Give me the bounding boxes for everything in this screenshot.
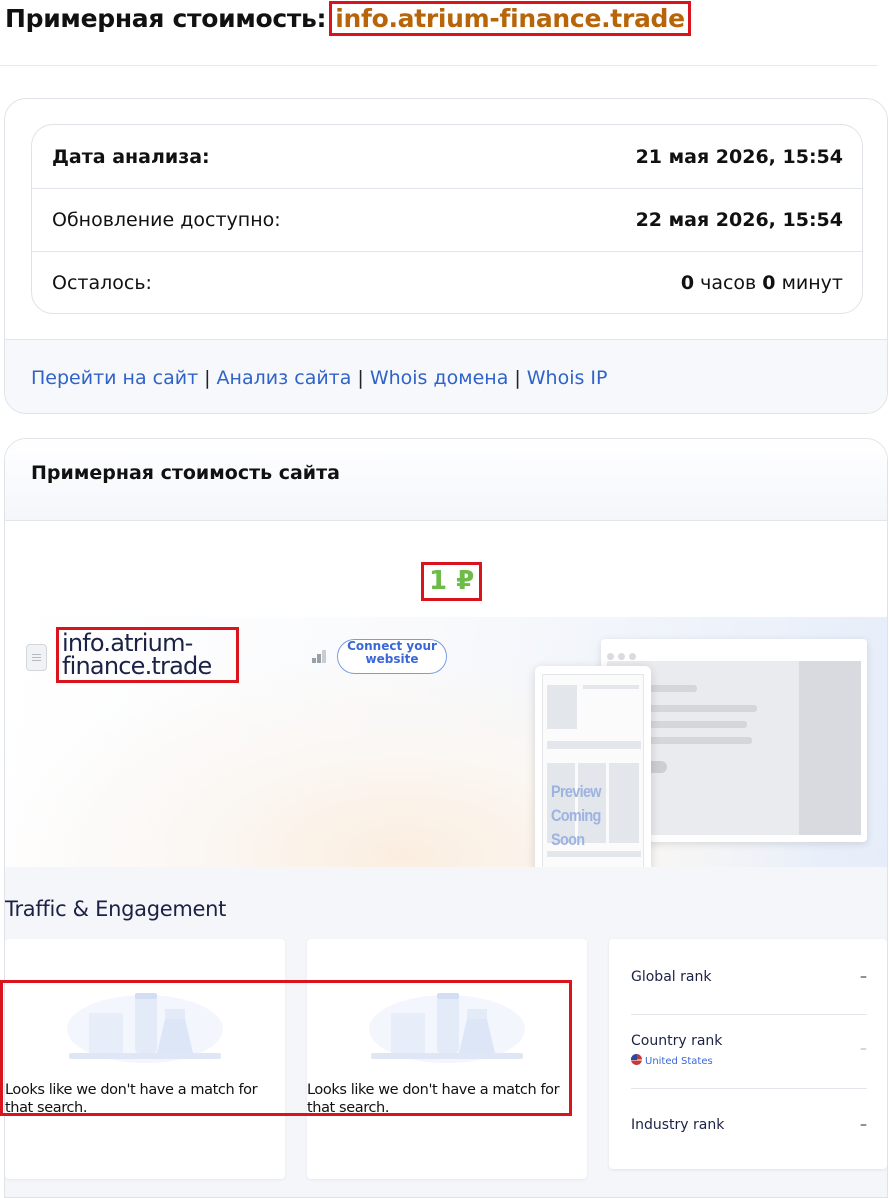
time-remaining-row: Осталось: 0 часов 0 минут xyxy=(32,251,862,314)
site-name-line2: finance.trade xyxy=(62,652,212,680)
file-icon xyxy=(26,644,47,671)
industry-rank-row: Industry rank – xyxy=(631,1117,867,1133)
industry-rank-value: – xyxy=(860,1117,867,1133)
no-match-highlight-box xyxy=(0,980,572,1116)
price-value: 1 ₽ xyxy=(421,562,483,601)
goto-site-link[interactable]: Перейти на сайт xyxy=(31,367,198,389)
global-rank-label: Global rank xyxy=(631,969,712,985)
preview-line: Preview xyxy=(551,782,602,801)
update-available-value: 22 мая 2026, 15:54 xyxy=(635,209,843,231)
domain-highlight: info.atrium-finance.trade xyxy=(329,1,691,36)
update-available-label: Обновление доступно: xyxy=(52,209,281,231)
hours-unit: часов xyxy=(700,272,757,294)
minutes-value: 0 xyxy=(762,272,776,294)
industry-rank-label: Industry rank xyxy=(631,1117,725,1133)
link-separator: | xyxy=(357,366,364,389)
divider xyxy=(0,65,878,66)
time-remaining-value: 0 часов 0 минут xyxy=(681,272,843,294)
country-rank-value: – xyxy=(860,1041,867,1057)
mobile-preview-mockup: Preview Coming Soon xyxy=(535,666,651,884)
site-name: info.atrium- finance.trade xyxy=(56,627,239,683)
hours-value: 0 xyxy=(680,272,695,294)
links-bar: Перейти на сайт | Анализ сайта | Whois д… xyxy=(5,339,887,413)
traffic-title: Traffic & Engagement xyxy=(5,897,227,921)
browser-dots xyxy=(607,647,861,660)
update-available-row: Обновление доступно: 22 мая 2026, 15:54 xyxy=(32,188,862,251)
site-analysis-link[interactable]: Анализ сайта xyxy=(217,367,352,389)
whois-ip-link[interactable]: Whois IP xyxy=(527,367,608,389)
estimate-heading: Примерная стоимость сайта xyxy=(5,439,887,521)
analysis-date-row: Дата анализа: 21 мая 2026, 15:54 xyxy=(32,125,862,188)
global-rank-value: – xyxy=(860,969,867,985)
country-rank-label: Country rank xyxy=(631,1033,723,1049)
analysis-card: Дата анализа: 21 мая 2026, 15:54 Обновле… xyxy=(4,98,888,414)
time-remaining-label: Осталось: xyxy=(52,272,152,294)
signal-bars-icon xyxy=(312,650,326,663)
link-separator: | xyxy=(204,366,211,389)
preview-placeholder-text: Preview Coming Soon xyxy=(551,780,629,852)
whois-domain-link[interactable]: Whois домена xyxy=(370,367,509,389)
minutes-unit: минут xyxy=(781,272,843,294)
connect-website-button[interactable]: Connect your website xyxy=(337,639,447,674)
analysis-date-value: 21 мая 2026, 15:54 xyxy=(635,145,843,168)
site-preview-panel: info.atrium- finance.trade Connect your … xyxy=(5,617,887,884)
country-name-text: United States xyxy=(645,1056,713,1067)
rank-card: Global rank – Country rank – United Stat… xyxy=(609,939,887,1169)
country-rank-row: Country rank – United States xyxy=(631,1033,867,1089)
analysis-info-table: Дата анализа: 21 мая 2026, 15:54 Обновле… xyxy=(31,124,863,314)
us-flag-icon xyxy=(631,1054,642,1065)
analysis-date-label: Дата анализа: xyxy=(52,145,210,168)
country-name[interactable]: United States xyxy=(631,1054,867,1067)
coming-soon-line: Coming Soon xyxy=(551,806,601,849)
link-separator: | xyxy=(514,366,521,389)
page-title-prefix: Примерная стоимость: xyxy=(5,4,327,33)
page-title: Примерная стоимость: info.atrium-finance.… xyxy=(5,1,691,36)
global-rank-row: Global rank – xyxy=(631,969,867,1015)
